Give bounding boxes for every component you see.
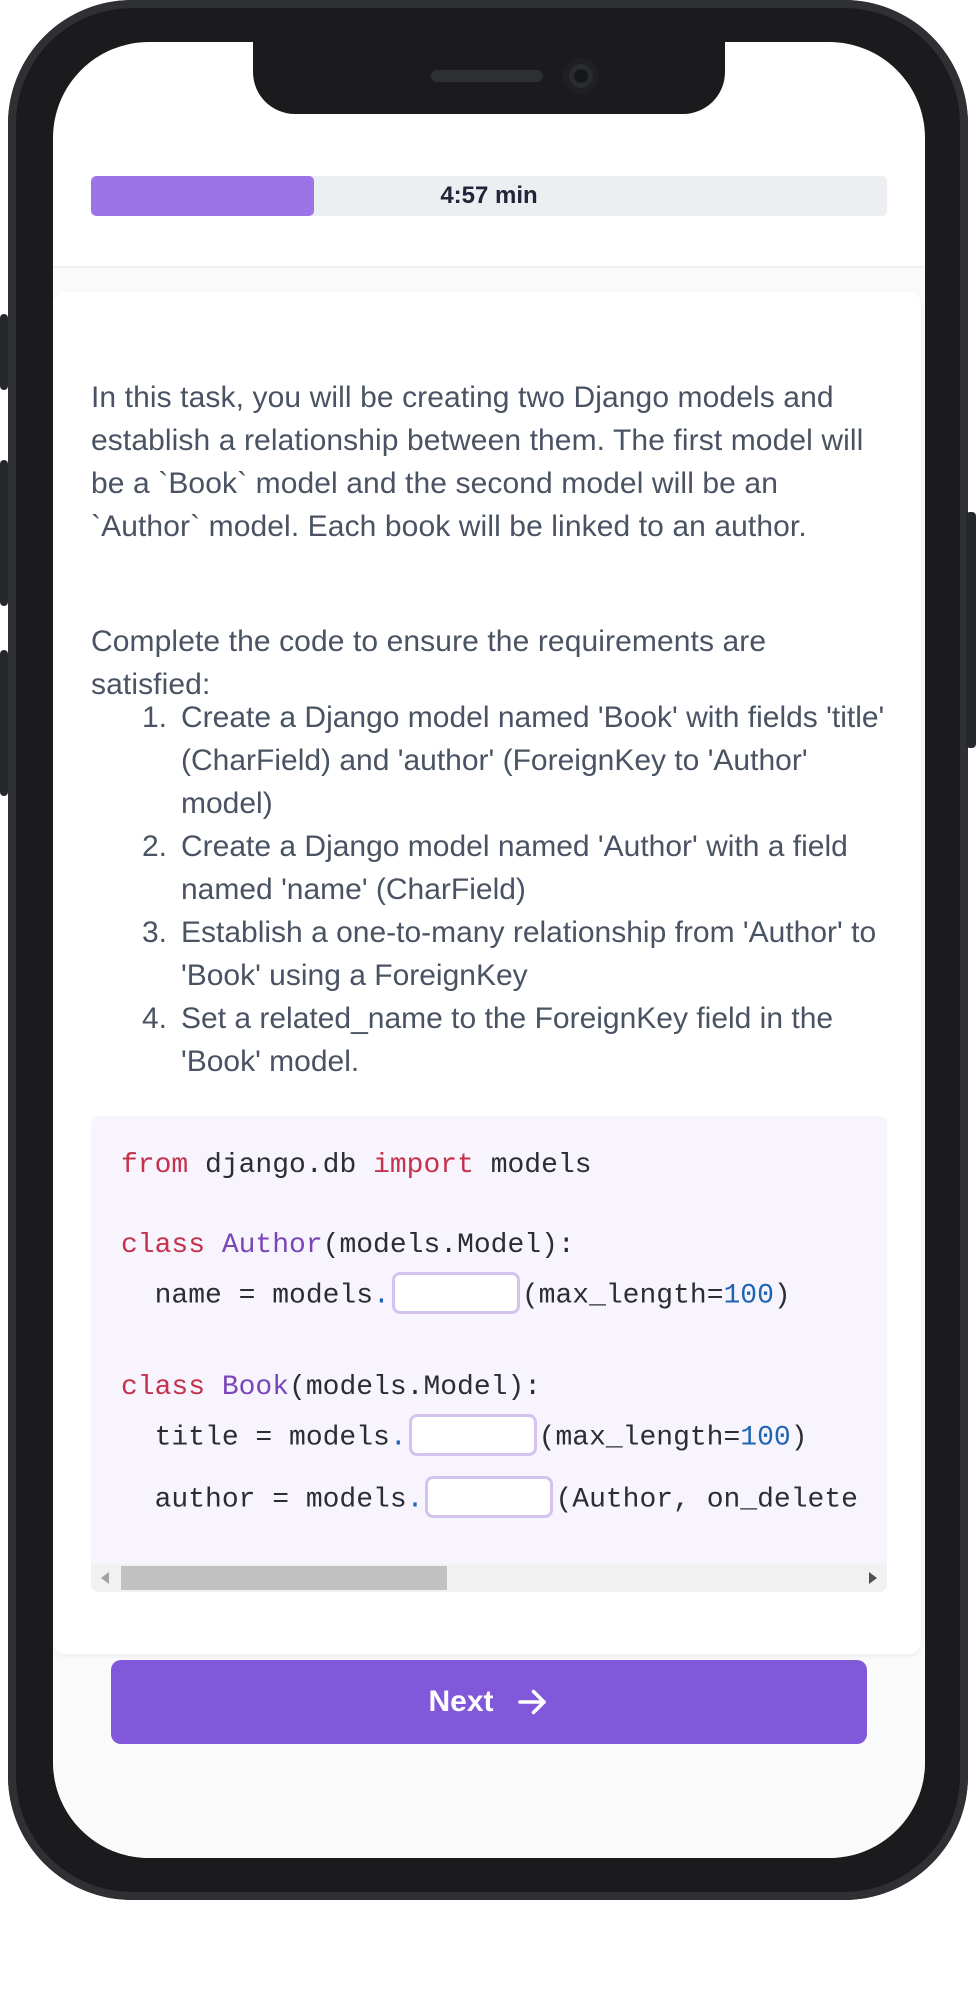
code-text: author = models — [121, 1484, 407, 1516]
scrollbar-thumb[interactable] — [121, 1566, 447, 1590]
arrow-right-icon — [517, 1689, 546, 1715]
code-line-author-class: class Author(models.Model): — [121, 1226, 575, 1266]
phone-notch — [253, 42, 725, 114]
author-field-type-blank[interactable] — [425, 1476, 554, 1518]
front-camera-icon — [563, 58, 599, 94]
next-button[interactable]: Next — [111, 1660, 867, 1744]
requirement-item: 3. Establish a one-to-many relationship … — [91, 911, 893, 997]
code-dot: . — [373, 1280, 390, 1312]
code-dot: . — [406, 1484, 424, 1516]
code-text: models — [473, 1150, 592, 1181]
code-line-author-field: author = models. (Author, on_delete — [121, 1476, 858, 1520]
code-class-name: Book — [205, 1372, 290, 1403]
requirement-number: 2. — [142, 830, 168, 863]
side-button-mute — [0, 314, 8, 390]
code-keyword: from — [121, 1150, 189, 1181]
code-class-name: Author — [205, 1230, 323, 1261]
requirement-item: 4. Set a related_name to the ForeignKey … — [91, 997, 893, 1083]
task-intro-text: In this task, you will be creating two D… — [91, 381, 864, 543]
code-text: (max_length= — [538, 1422, 741, 1454]
code-keyword: class — [121, 1230, 206, 1261]
code-text: (max_length= — [521, 1280, 724, 1312]
code-text: (Author, on_delete — [555, 1484, 858, 1516]
task-instructions-text: Complete the code to ensure the requirem… — [91, 625, 767, 701]
phone-screen: 4:57 min In this task, you will be creat… — [53, 42, 925, 1858]
code-text: name = models — [121, 1280, 374, 1312]
code-text: ) — [790, 1422, 808, 1454]
requirement-text: Create a Django model named 'Book' with … — [181, 701, 885, 820]
code-line-import: from django.db import models — [121, 1146, 592, 1186]
scroll-left-arrow-icon[interactable] — [101, 1572, 109, 1584]
code-editor[interactable]: from django.db import models class Autho… — [91, 1116, 887, 1592]
requirement-number: 4. — [142, 1002, 168, 1035]
requirement-number: 1. — [142, 701, 168, 734]
task-card: In this task, you will be creating two D… — [53, 292, 921, 1654]
code-horizontal-scrollbar[interactable] — [91, 1564, 887, 1592]
code-text: django.db — [188, 1150, 374, 1181]
scroll-right-arrow-icon[interactable] — [869, 1572, 877, 1584]
code-number: 100 — [740, 1422, 791, 1454]
side-button-volume-up — [0, 460, 8, 606]
code-number: 100 — [723, 1280, 774, 1312]
code-line-title-field: title = models. (max_length=100) — [121, 1414, 808, 1458]
code-dot: . — [389, 1422, 407, 1454]
next-button-label: Next — [428, 1685, 494, 1718]
code-keyword: class — [121, 1372, 206, 1403]
requirement-item: 2. Create a Django model named 'Author' … — [91, 825, 893, 911]
requirement-text: Set a related_name to the ForeignKey fie… — [181, 1002, 834, 1078]
timer-progress-bar: 4:57 min — [91, 176, 887, 216]
code-text: (models.Model): — [322, 1230, 575, 1261]
requirements-list: 1. Create a Django model named 'Book' wi… — [91, 696, 893, 1083]
requirement-text: Create a Django model named 'Author' wit… — [181, 830, 848, 906]
code-text: title = models — [121, 1422, 390, 1454]
code-text: ) — [773, 1280, 791, 1312]
name-field-type-blank[interactable] — [391, 1272, 520, 1314]
side-button-volume-down — [0, 650, 8, 796]
code-text: (models.Model): — [289, 1372, 542, 1403]
requirement-number: 3. — [142, 916, 168, 949]
requirement-text: Establish a one-to-many relationship fro… — [181, 916, 877, 992]
timer-label: 4:57 min — [440, 182, 538, 209]
code-keyword: import — [373, 1150, 474, 1181]
code-line-name-field: name = models. (max_length=100) — [121, 1272, 791, 1316]
speaker-grille — [431, 70, 543, 82]
title-field-type-blank[interactable] — [408, 1414, 537, 1456]
side-button-power — [966, 512, 976, 748]
code-line-book-class: class Book(models.Model): — [121, 1368, 541, 1408]
requirement-item: 1. Create a Django model named 'Book' wi… — [91, 696, 893, 825]
